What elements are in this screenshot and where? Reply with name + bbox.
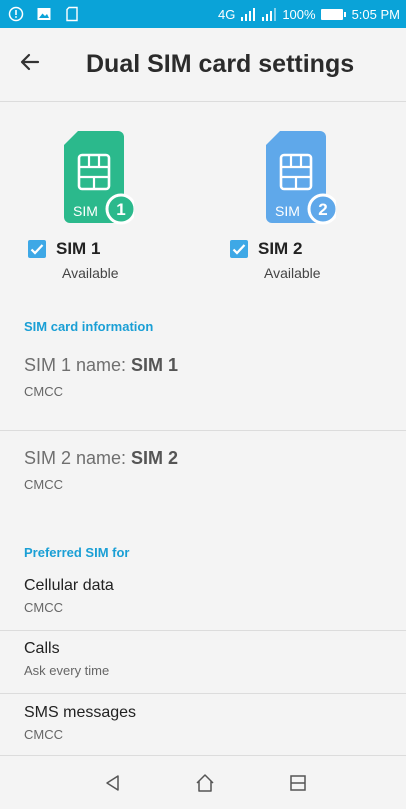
arrow-left-icon	[19, 51, 41, 78]
sim1-card-icon: SIM 1	[64, 131, 137, 225]
sim1-name-item[interactable]: SIM 1 name: SIM 1 CMCC	[0, 355, 406, 399]
divider	[0, 630, 406, 631]
nav-home-button[interactable]	[190, 768, 220, 798]
cellular-data-item[interactable]: Cellular data CMCC	[0, 577, 406, 615]
network-type: 4G	[217, 6, 236, 22]
check-icon	[30, 244, 44, 255]
check-icon	[232, 244, 246, 255]
sim2-carrier: CMCC	[24, 477, 63, 492]
divider	[0, 430, 406, 431]
sim-cards-panel: SIM 1 SIM 1 Available SIM 2 SIM 2 Availa…	[0, 103, 406, 303]
battery-icon	[320, 8, 346, 20]
sim1-status: Available	[62, 265, 119, 281]
sms-messages-title: SMS messages	[24, 704, 137, 721]
sim1-name-value: SIM 1	[131, 355, 179, 375]
alert-icon	[8, 6, 24, 22]
cellular-data-title: Cellular data	[24, 577, 114, 594]
sim1-name-prefix: SIM 1 name:	[24, 355, 132, 375]
divider	[0, 693, 406, 694]
page-title: Dual SIM card settings	[86, 50, 355, 78]
sim2-checkbox[interactable]	[230, 240, 248, 258]
sms-messages-value: CMCC	[24, 727, 63, 742]
sim2-label: SIM 2	[258, 239, 303, 258]
sim1-label: SIM 1	[56, 239, 101, 258]
back-button[interactable]	[0, 28, 60, 102]
sim2-name-value: SIM 2	[131, 448, 179, 468]
sim2-status: Available	[264, 265, 321, 281]
sim1-checkbox[interactable]	[28, 240, 46, 258]
sim1-card-text: SIM	[73, 203, 98, 219]
calls-value: Ask every time	[24, 663, 110, 678]
triangle-back-icon	[106, 775, 119, 791]
calls-item[interactable]: Calls Ask every time	[0, 640, 406, 678]
sim1-carrier: CMCC	[24, 384, 63, 399]
sim2-name-item[interactable]: SIM 2 name: SIM 2 CMCC	[0, 448, 406, 492]
recents-icon	[290, 775, 306, 791]
sim2-badge: 2	[318, 200, 327, 219]
sim1-badge: 1	[116, 200, 125, 219]
sim2-column: SIM 2 SIM 2 Available	[230, 131, 380, 281]
clock: 5:05 PM	[351, 6, 400, 22]
preferred-section-title: Preferred SIM for	[24, 545, 130, 560]
cellular-data-value: CMCC	[24, 600, 63, 615]
battery-percent: 100%	[282, 6, 316, 22]
nav-back-button[interactable]	[98, 768, 128, 798]
signal-sim1-icon	[240, 6, 256, 22]
home-icon	[196, 774, 214, 792]
sd-card-icon	[64, 6, 80, 22]
sms-messages-item[interactable]: SMS messages CMCC	[0, 704, 406, 742]
navigation-bar	[0, 755, 406, 809]
sim-info-section-title: SIM card information	[24, 319, 154, 334]
sim2-card-text: SIM	[275, 203, 300, 219]
image-icon	[36, 6, 52, 22]
sim1-column: SIM 1 SIM 1 Available	[28, 131, 178, 281]
status-bar: 4G 100% 5:05 PM	[0, 0, 406, 28]
sim2-name-prefix: SIM 2 name:	[24, 448, 132, 468]
calls-title: Calls	[24, 640, 60, 657]
nav-recents-button[interactable]	[283, 768, 313, 798]
sim2-card-icon: SIM 2	[266, 131, 339, 225]
app-bar: Dual SIM card settings	[0, 28, 406, 102]
signal-sim2-icon	[261, 6, 277, 22]
